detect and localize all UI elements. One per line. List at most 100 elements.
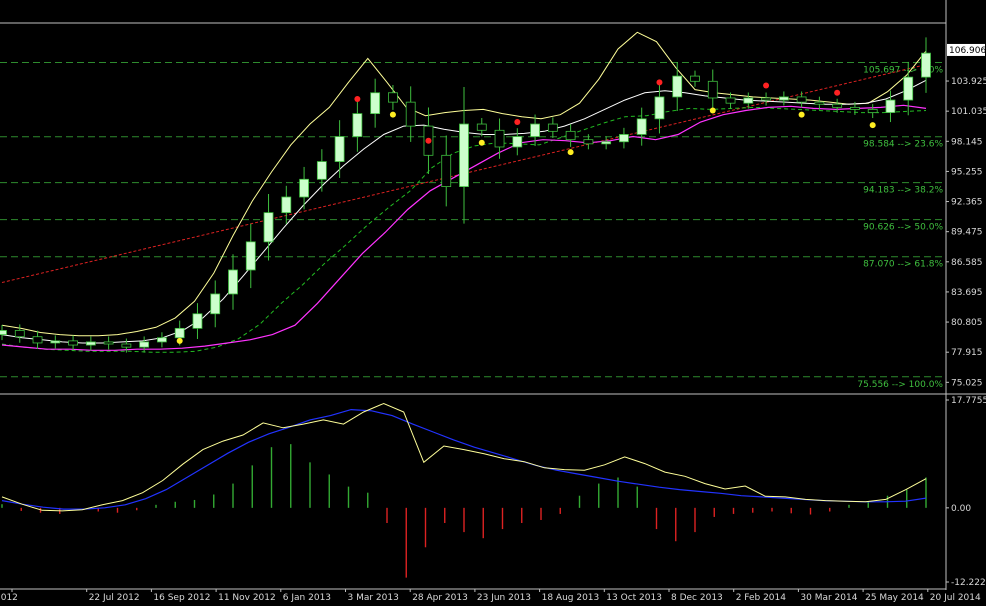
price-tick-label: 103.925 <box>951 77 986 87</box>
candle-body[interactable] <box>32 336 43 344</box>
sell-signal-dot <box>656 79 663 86</box>
time-tick-label: 28 Apr 2013 <box>412 593 468 603</box>
candle-body[interactable] <box>565 130 576 141</box>
fib-level-label: 98.584 --> 23.6% <box>863 140 943 150</box>
candle-body[interactable] <box>334 136 345 162</box>
candle-body[interactable] <box>636 118 647 135</box>
price-tick-label: 89.475 <box>951 228 983 238</box>
time-tick-label: 16 Sep 2012 <box>153 593 210 603</box>
candle-body[interactable] <box>50 340 61 344</box>
candle-body[interactable] <box>85 341 96 346</box>
price-tick-label: 77.915 <box>951 348 983 358</box>
candle-body[interactable] <box>903 76 914 101</box>
candle-body[interactable] <box>530 123 540 137</box>
time-tick-label: 30 Mar 2014 <box>800 593 857 603</box>
candle-body[interactable] <box>832 103 843 108</box>
candle-body[interactable] <box>885 99 896 113</box>
time-tick-label: 2 Feb 2014 <box>736 593 787 603</box>
sell-signal-dot <box>763 82 770 89</box>
candle-body[interactable] <box>690 75 700 82</box>
candle-body[interactable] <box>814 101 825 105</box>
price-tick-label: 75.025 <box>951 378 983 388</box>
candle-body[interactable] <box>850 106 860 110</box>
candle-body[interactable] <box>210 293 221 315</box>
candle-body[interactable] <box>228 269 238 295</box>
candle-body[interactable] <box>174 327 185 339</box>
candle-body[interactable] <box>139 341 150 348</box>
candle-body[interactable] <box>0 330 7 336</box>
time-tick-label: 6 Jan 2013 <box>283 593 331 603</box>
candle-body[interactable] <box>441 154 452 187</box>
candle-body[interactable] <box>867 109 878 113</box>
buy-signal-dot <box>389 111 396 118</box>
candle-body[interactable] <box>388 92 398 103</box>
candle-body[interactable] <box>778 96 789 101</box>
candle-body[interactable] <box>405 101 416 127</box>
time-tick-label: 20 Jul 2014 <box>930 593 981 603</box>
candle-body[interactable] <box>512 136 523 148</box>
time-tick-label: 8 Dec 2013 <box>671 593 723 603</box>
candle-body[interactable] <box>245 241 256 271</box>
price-tick-label: 98.145 <box>951 137 983 147</box>
sell-signal-dot <box>425 137 432 144</box>
candle-body[interactable] <box>263 212 274 243</box>
candle-body[interactable] <box>299 178 309 198</box>
candle-body[interactable] <box>707 80 718 99</box>
candle-body[interactable] <box>316 161 327 180</box>
candle-body[interactable] <box>192 313 203 329</box>
candle-body[interactable] <box>619 134 629 143</box>
trading-chart[interactable]: 105.697 --> 0.0% 98.584 --> 23.6% 94.183 -… <box>0 0 986 606</box>
candle-body[interactable] <box>601 141 612 145</box>
buy-signal-dot <box>869 122 876 129</box>
price-tick-label: 101.035 <box>951 107 986 117</box>
buy-signal-dot <box>478 139 485 146</box>
candle-body[interactable] <box>157 337 167 343</box>
candle-body[interactable] <box>654 96 665 120</box>
sell-signal-dot <box>354 96 361 103</box>
time-tick-label: 23 Jun 2013 <box>477 593 531 603</box>
candle-body[interactable] <box>14 330 25 338</box>
time-tick-label: 2012 <box>0 593 18 603</box>
candle-body[interactable] <box>743 97 754 104</box>
current-price-label: 106.906 <box>949 46 986 56</box>
time-tick-label: 3 Mar 2013 <box>348 593 399 603</box>
candle-body[interactable] <box>370 92 381 115</box>
time-tick-label: 13 Oct 2013 <box>606 593 662 603</box>
candle-body[interactable] <box>672 75 683 98</box>
price-tick-label: 92.365 <box>951 198 983 208</box>
indicator-tick-label: 17.7755 <box>951 396 986 406</box>
candle-body[interactable] <box>281 196 292 214</box>
candle-body[interactable] <box>583 139 594 145</box>
buy-signal-dot <box>798 111 805 118</box>
fib-level-label: 75.556 --> 100.0% <box>857 380 943 390</box>
candle-body[interactable] <box>796 96 807 103</box>
time-tick-label: 11 Nov 2012 <box>218 593 276 603</box>
buy-signal-dot <box>709 107 716 114</box>
candle-body[interactable] <box>476 123 487 131</box>
fib-level-label: 94.183 --> 38.2% <box>863 186 943 196</box>
candle-body[interactable] <box>547 123 558 132</box>
price-tick-label: 86.585 <box>951 258 983 268</box>
candle-body[interactable] <box>921 52 931 78</box>
time-tick-label: 18 Aug 2013 <box>542 593 600 603</box>
indicator-tick-label: -12.2222 <box>951 578 986 588</box>
buy-signal-dot <box>176 337 183 344</box>
price-tick-label: 95.255 <box>951 167 983 177</box>
buy-signal-dot <box>567 149 574 156</box>
indicator-tick-label: 0.00 <box>951 504 971 514</box>
fib-level-label: 87.070 --> 61.8% <box>863 260 943 270</box>
time-tick-label: 25 May 2014 <box>865 593 924 603</box>
sell-signal-dot <box>514 118 521 125</box>
candle-body[interactable] <box>459 123 469 187</box>
price-tick-label: 80.805 <box>951 318 983 328</box>
sell-signal-dot <box>834 89 841 96</box>
candle-body[interactable] <box>121 343 132 348</box>
candle-body[interactable] <box>494 129 505 148</box>
candle-body[interactable] <box>352 113 363 137</box>
candle-body[interactable] <box>725 97 736 104</box>
fib-level-label: 105.697 --> 0.0% <box>863 66 943 76</box>
fib-level-label: 90.626 --> 50.0% <box>863 223 943 233</box>
candle-body[interactable] <box>103 341 114 345</box>
candle-body[interactable] <box>68 340 78 346</box>
candle-body[interactable] <box>761 97 771 101</box>
